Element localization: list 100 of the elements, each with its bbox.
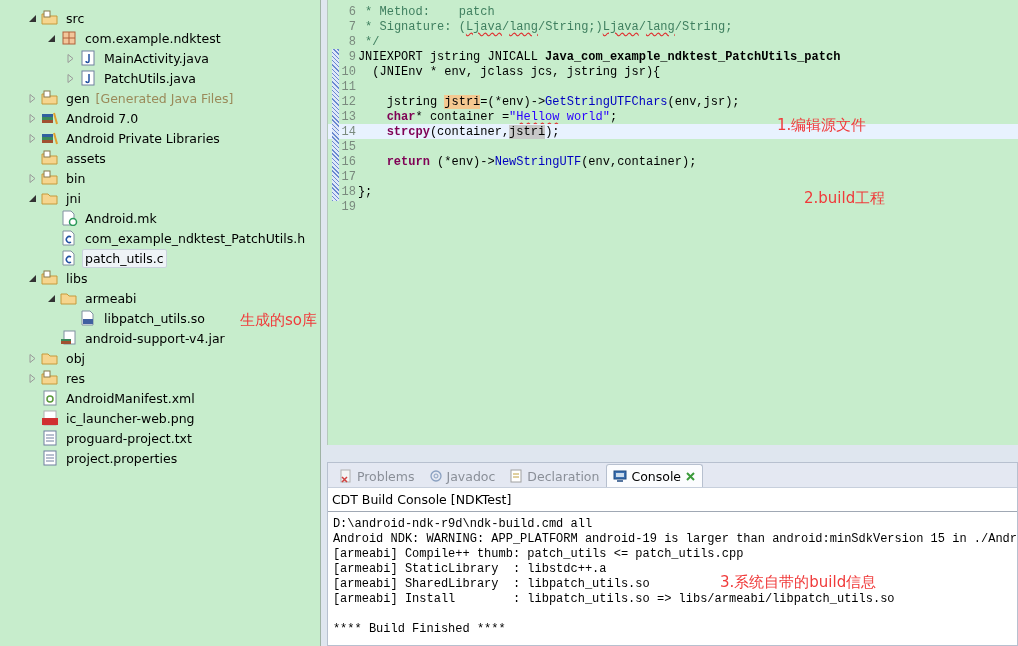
- line-number: 15: [340, 139, 357, 154]
- folder-icon: [41, 150, 59, 166]
- tree-item[interactable]: obj: [63, 348, 89, 368]
- annotation: 生成的so库: [240, 311, 317, 330]
- tree-item[interactable]: Android 7.0: [63, 108, 142, 128]
- tree-item[interactable]: AndroidManifest.xml: [63, 388, 198, 408]
- image-file-icon: [41, 410, 59, 426]
- folder-icon: [41, 90, 59, 106]
- console-line: [armeabi] SharedLibrary : libpatch_utils.so: [332, 577, 650, 592]
- code-line: jstring jstri=(*env)->GetStringUTFChars(env,jsr);: [385, 94, 740, 109]
- console-icon: [613, 469, 628, 483]
- expand-icon[interactable]: [28, 173, 37, 183]
- folder-icon: [41, 10, 59, 26]
- books-icon: [41, 130, 59, 146]
- code-line: * Signature: (Ljava/lang/String;)Ljava/lang/String;: [364, 19, 733, 34]
- collapse-icon[interactable]: [28, 13, 37, 23]
- tree-item[interactable]: armeabi: [82, 288, 140, 308]
- text-file-icon: [41, 450, 59, 466]
- expand-icon[interactable]: [28, 353, 37, 363]
- tree-item[interactable]: ic_launcher-web.png: [63, 408, 198, 428]
- problems-icon: [338, 469, 353, 483]
- line-number: 12: [340, 94, 357, 109]
- tree-item[interactable]: libpatch_utils.so: [101, 308, 208, 328]
- collapse-icon[interactable]: [47, 293, 56, 303]
- line-number: 19: [340, 199, 357, 214]
- tree-item[interactable]: libs: [63, 268, 91, 288]
- c-file-icon: [60, 250, 78, 266]
- declaration-icon: [509, 469, 524, 483]
- line-number: 7: [347, 19, 357, 34]
- jar-icon: [60, 330, 78, 346]
- tree-item[interactable]: Android Private Libraries: [63, 128, 223, 148]
- tree-item[interactable]: res: [63, 368, 89, 388]
- java-file-icon: [79, 50, 97, 66]
- tree-item[interactable]: assets: [63, 148, 109, 168]
- tree-item[interactable]: Android.mk: [82, 208, 160, 228]
- tree-item[interactable]: MainActivity.java: [101, 48, 212, 68]
- line-number: 14: [340, 124, 357, 139]
- tree-item[interactable]: proguard-project.txt: [63, 428, 195, 448]
- code-line: * Method: patch: [364, 4, 495, 19]
- close-icon[interactable]: [685, 470, 697, 482]
- line-number: 17: [340, 169, 357, 184]
- expand-icon[interactable]: [28, 373, 37, 383]
- tree-item[interactable]: com.example.ndktest: [82, 28, 224, 48]
- file-icon: [60, 210, 78, 226]
- at-sign-icon: [428, 469, 443, 483]
- folder-icon: [41, 370, 59, 386]
- package-icon: [60, 30, 78, 46]
- folder-icon: [60, 290, 78, 306]
- tree-item[interactable]: gen: [63, 88, 93, 108]
- console-line: D:\android-ndk-r9d\ndk-build.cmd all: [332, 517, 593, 532]
- tree-item[interactable]: PatchUtils.java: [101, 68, 199, 88]
- annotation: 1.编辑源文件: [777, 116, 867, 135]
- tree-item[interactable]: bin: [63, 168, 89, 188]
- text-file-icon: [41, 430, 59, 446]
- console-line: [armeabi] Compile++ thumb: patch_utils <= patch_utils.cpp: [332, 547, 744, 562]
- c-file-icon: [60, 230, 78, 246]
- code-line: };: [357, 184, 373, 199]
- android-file-icon: [41, 390, 59, 406]
- tree-item[interactable]: android-support-v4.jar: [82, 328, 228, 348]
- tree-item[interactable]: patch_utils.c: [82, 248, 167, 268]
- line-number: 10: [340, 64, 357, 79]
- expand-icon[interactable]: [28, 133, 37, 143]
- expand-icon[interactable]: [66, 73, 75, 83]
- view-tab[interactable]: Console: [606, 464, 704, 487]
- line-number: 18: [340, 184, 357, 199]
- code-line: JNIEXPORT jstring JNICALL Java_com_example_ndktest_PatchUtils_patch: [357, 49, 841, 64]
- folder-icon: [41, 170, 59, 186]
- code-line: char* container ="Hellow world";: [385, 109, 618, 124]
- console-line: Android NDK: WARNING: APP_PLATFORM android-19 is larger than android:minSdkVersion 15 in ./Andr: [332, 532, 1017, 547]
- tree-item[interactable]: project.properties: [63, 448, 181, 468]
- tree-item[interactable]: src: [63, 8, 88, 28]
- folder-icon: [41, 190, 59, 206]
- expand-icon[interactable]: [28, 93, 37, 103]
- java-file-icon: [79, 70, 97, 86]
- code-line: return (*env)->NewStringUTF(env,container);: [385, 154, 697, 169]
- tree-item-decoration: [Generated Java Files]: [95, 90, 234, 106]
- collapse-icon[interactable]: [28, 193, 37, 203]
- line-number: 11: [340, 79, 357, 94]
- tree-item[interactable]: jni: [63, 188, 84, 208]
- tree-item[interactable]: com_example_ndktest_PatchUtils.h: [82, 228, 309, 248]
- code-line: strcpy(container,jstri);: [385, 124, 560, 139]
- books-icon: [41, 110, 59, 126]
- code-line: */: [364, 34, 380, 49]
- expand-icon[interactable]: [28, 113, 37, 123]
- expand-icon[interactable]: [66, 53, 75, 63]
- collapse-icon[interactable]: [28, 273, 37, 283]
- annotation: 2.build工程: [804, 189, 886, 208]
- console-line: [armeabi] StaticLibrary : libstdc++.a: [332, 562, 607, 577]
- annotation: 3.系统自带的build信息: [720, 573, 877, 592]
- line-number: 9: [347, 49, 357, 64]
- folder-icon: [41, 350, 59, 366]
- console-line: [armeabi] Install : libpatch_utils.so => libs/armeabi/libpatch_utils.so: [332, 592, 895, 607]
- console-line: **** Build Finished ****: [332, 622, 506, 637]
- line-number: 13: [340, 109, 357, 124]
- line-number: 6: [347, 4, 357, 19]
- line-number: 16: [340, 154, 357, 169]
- console-title: CDT Build Console [NDKTest]: [327, 488, 1017, 512]
- collapse-icon[interactable]: [47, 33, 56, 43]
- folder-icon: [41, 270, 59, 286]
- line-number: 8: [347, 34, 357, 49]
